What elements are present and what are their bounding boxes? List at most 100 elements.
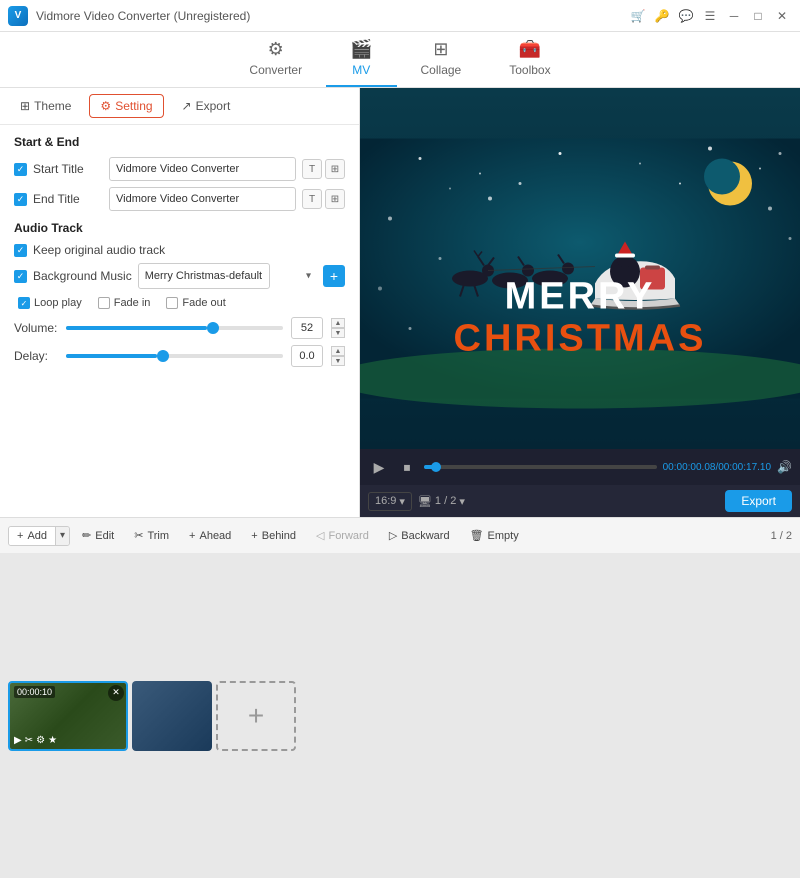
- add-clip-button[interactable]: +: [216, 681, 296, 751]
- time-display: 00:00:00.08/00:00:17.10: [663, 462, 771, 473]
- clip-1-time: 00:00:10: [14, 686, 55, 698]
- volume-down-button[interactable]: ▼: [331, 328, 345, 338]
- volume-up-button[interactable]: ▲: [331, 318, 345, 328]
- theme-button[interactable]: ⊞ Theme: [10, 95, 81, 117]
- behind-button[interactable]: + Behind: [243, 526, 304, 546]
- menu-icon[interactable]: ☰: [700, 6, 720, 26]
- fade-in-label: Fade in: [114, 297, 151, 309]
- time-total: 00:00:17.10: [718, 462, 771, 473]
- right-panel: MERRY CHRISTMAS ▶ ⏹ 00:00:00.08/00:00:17…: [360, 88, 800, 517]
- start-title-input[interactable]: [109, 157, 296, 181]
- film-clip-2[interactable]: [132, 681, 212, 751]
- end-title-row: End Title T ⊞: [14, 187, 345, 211]
- fade-out-checkbox[interactable]: [166, 297, 178, 309]
- bg-music-select[interactable]: Merry Christmas-default: [138, 263, 270, 289]
- secondary-controls: 16:9 ▾ 🖥 1 / 2 ▾ Export: [360, 485, 800, 517]
- trim-button[interactable]: ✂ Trim: [126, 525, 177, 546]
- trim-label: Trim: [147, 530, 169, 542]
- page-chevron: ▾: [459, 495, 465, 508]
- minimize-icon[interactable]: ─: [724, 6, 744, 26]
- volume-fill: [66, 326, 207, 330]
- ahead-icon: +: [189, 530, 195, 542]
- edit-icon: ✏: [82, 529, 91, 542]
- end-title-checkbox[interactable]: [14, 193, 27, 206]
- add-dropdown-button[interactable]: ▾: [55, 527, 69, 545]
- svg-text:MERRY: MERRY: [505, 276, 656, 318]
- delay-thumb[interactable]: [157, 350, 169, 362]
- theme-grid-icon: ⊞: [20, 99, 30, 113]
- loop-play-label: Loop play: [34, 297, 82, 309]
- setting-button[interactable]: ⚙ Setting: [89, 94, 163, 118]
- start-title-checkbox[interactable]: [14, 163, 27, 176]
- end-title-grid-icon[interactable]: ⊞: [325, 189, 345, 209]
- clip-1-video-icon[interactable]: ▶: [14, 735, 22, 746]
- play-button[interactable]: ▶: [368, 456, 390, 478]
- svg-text:CHRISTMAS: CHRISTMAS: [454, 318, 707, 360]
- start-title-text-icon[interactable]: T: [302, 159, 322, 179]
- behind-label: Behind: [262, 530, 296, 542]
- bg-music-add-button[interactable]: +: [323, 265, 345, 287]
- ahead-button[interactable]: + Ahead: [181, 526, 239, 546]
- clip-1-settings-icon[interactable]: ⚙: [36, 735, 45, 746]
- loop-play-checkbox[interactable]: [18, 297, 30, 309]
- keep-audio-label: Keep original audio track: [33, 243, 165, 257]
- forward-button[interactable]: ◁ Forward: [308, 525, 377, 546]
- audio-track-section: Audio Track Keep original audio track Ba…: [14, 221, 345, 367]
- clip-1-close-button[interactable]: ✕: [108, 685, 124, 701]
- tab-collage[interactable]: ⊞ Collage: [397, 32, 486, 87]
- start-title-row: Start Title T ⊞: [14, 157, 345, 181]
- ahead-label: Ahead: [199, 530, 231, 542]
- cart-icon[interactable]: 🛒: [628, 6, 648, 26]
- keep-audio-checkbox[interactable]: [14, 244, 27, 257]
- keep-audio-row: Keep original audio track: [14, 243, 345, 257]
- film-clip-1[interactable]: 00:00:10 ✕ ▶ ✂ ⚙ ★: [8, 681, 128, 751]
- close-icon[interactable]: ✕: [772, 6, 792, 26]
- aspect-ratio-button[interactable]: 16:9 ▾: [368, 492, 412, 511]
- start-title-grid-icon[interactable]: ⊞: [325, 159, 345, 179]
- tab-converter[interactable]: ⚙ Converter: [225, 32, 326, 87]
- volume-row: Volume: 52 ▲ ▼: [14, 317, 345, 339]
- empty-button[interactable]: 🗑 Empty: [462, 525, 527, 546]
- end-title-text-icon[interactable]: T: [302, 189, 322, 209]
- bg-music-label: Background Music: [33, 269, 132, 283]
- maximize-icon[interactable]: □: [748, 6, 768, 26]
- clip-1-cut-icon[interactable]: ✂: [25, 735, 33, 746]
- volume-slider[interactable]: [66, 326, 283, 330]
- chat-icon[interactable]: 💬: [676, 6, 696, 26]
- end-title-label: End Title: [33, 192, 103, 206]
- delay-down-button[interactable]: ▼: [331, 356, 345, 366]
- volume-thumb[interactable]: [207, 322, 219, 334]
- empty-trash-icon: 🗑: [470, 529, 484, 542]
- clip-1-star-icon[interactable]: ★: [48, 735, 57, 746]
- key-icon[interactable]: 🔑: [652, 6, 672, 26]
- bg-music-checkbox[interactable]: [14, 270, 27, 283]
- nav-tabs: ⚙ Converter 🎬 MV ⊞ Collage 🧰 Toolbox: [0, 32, 800, 88]
- export-button[interactable]: Export: [725, 490, 792, 512]
- tab-converter-label: Converter: [249, 63, 302, 77]
- volume-spin: ▲ ▼: [331, 318, 345, 338]
- end-title-icons: T ⊞: [302, 189, 345, 209]
- setting-gear-icon: ⚙: [100, 99, 111, 113]
- add-button[interactable]: + Add: [9, 527, 55, 545]
- add-plus-icon: +: [17, 530, 23, 542]
- clip-1-action-icons: ▶ ✂ ⚙ ★: [14, 735, 57, 746]
- progress-bar[interactable]: [424, 465, 657, 469]
- volume-icon[interactable]: 🔊: [777, 460, 792, 474]
- fade-in-checkbox[interactable]: [98, 297, 110, 309]
- export-button[interactable]: ↗ Export: [172, 95, 241, 117]
- tab-mv[interactable]: 🎬 MV: [326, 32, 396, 87]
- clip-2-thumbnail: [132, 681, 212, 751]
- empty-label: Empty: [488, 530, 519, 542]
- backward-button[interactable]: ▷ Backward: [381, 525, 458, 546]
- bottom-toolbar: + Add ▾ ✏ Edit ✂ Trim + Ahead + Behind ◁…: [0, 517, 800, 553]
- fade-out-option: Fade out: [166, 297, 225, 309]
- tab-toolbox[interactable]: 🧰 Toolbox: [485, 32, 574, 87]
- delay-up-button[interactable]: ▲: [331, 346, 345, 356]
- end-title-input[interactable]: [109, 187, 296, 211]
- time-current: 00:00:00.08: [663, 462, 716, 473]
- options-row: Loop play Fade in Fade out: [14, 297, 345, 309]
- delay-slider[interactable]: [66, 354, 283, 358]
- page-indicator[interactable]: 🖥 1 / 2 ▾: [418, 495, 465, 508]
- edit-button[interactable]: ✏ Edit: [74, 525, 122, 546]
- stop-button[interactable]: ⏹: [396, 456, 418, 478]
